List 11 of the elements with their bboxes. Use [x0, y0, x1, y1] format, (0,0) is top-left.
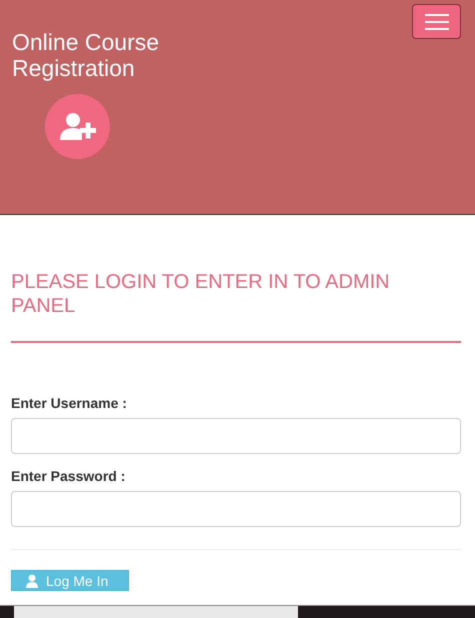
- input-field[interactable]: [11, 491, 461, 527]
- field-label: Enter Username :: [11, 395, 128, 411]
- menu-icon: [424, 14, 448, 30]
- user-icon: [26, 574, 38, 588]
- field-label: Enter Password :: [11, 468, 126, 484]
- login-heading: PLEASE LOGIN TO ENTER IN TO ADMIN PANEL: [11, 270, 391, 318]
- menu-button[interactable]: [412, 4, 461, 39]
- input-field[interactable]: [11, 418, 461, 454]
- add-user-icon: [58, 112, 98, 142]
- login-button[interactable]: Log Me In: [11, 570, 129, 591]
- site-title: Online Course Registration: [12, 29, 160, 81]
